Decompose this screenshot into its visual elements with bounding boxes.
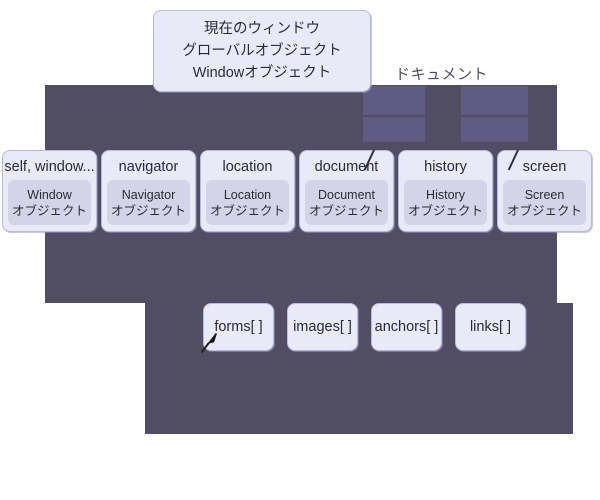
object-card-location[interactable]: location Location オブジェクト xyxy=(200,150,295,232)
object-type-line-1: Document xyxy=(318,187,375,202)
object-type-line-1: Navigator xyxy=(121,187,176,202)
object-type-line-2: オブジェクト xyxy=(308,203,384,218)
object-type-line-1: Window xyxy=(27,187,72,202)
object-type-line-2: オブジェクト xyxy=(407,203,483,218)
highlight-divider-right xyxy=(461,115,528,117)
object-type-line-2: オブジェクト xyxy=(110,203,186,218)
object-card-type: History オブジェクト xyxy=(404,180,487,225)
root-line-1: 現在のウィンドウ xyxy=(204,21,320,37)
object-type-line-1: History xyxy=(426,187,465,202)
collection-card-label: forms[ ] xyxy=(214,319,263,335)
object-card-type: Document オブジェクト xyxy=(305,180,388,225)
collection-card-label: links[ ] xyxy=(469,319,512,335)
collection-card-anchors[interactable]: anchors[ ] xyxy=(371,303,442,351)
window-root-card[interactable]: 現在のウィンドウ グローバルオブジェクト Windowオブジェクト xyxy=(153,10,371,92)
object-card-title: screen xyxy=(522,159,567,175)
object-card-type: Window オブジェクト xyxy=(8,180,91,225)
highlight-block-left xyxy=(363,86,425,142)
root-line-3: Windowオブジェクト xyxy=(192,65,332,81)
object-card-history[interactable]: history History オブジェクト xyxy=(398,150,493,232)
object-type-line-2: オブジェクト xyxy=(209,203,285,218)
root-line-2: グローバルオブジェクト xyxy=(182,43,342,59)
collection-card-images[interactable]: images[ ] xyxy=(287,303,358,351)
object-card-self-window[interactable]: self, window... Window オブジェクト xyxy=(2,150,97,232)
object-card-type: Location オブジェクト xyxy=(206,180,289,225)
occluded-label-text: ドキュメント xyxy=(395,66,489,83)
diagram-canvas: ドキュメント 現在のウィンドウ グローバルオブジェクト Windowオブジェクト… xyxy=(0,0,600,500)
object-card-title: history xyxy=(424,159,467,175)
object-card-title: navigator xyxy=(118,159,179,175)
object-card-type: Navigator オブジェクト xyxy=(107,180,190,225)
collection-card-links[interactable]: links[ ] xyxy=(455,303,526,351)
object-card-document[interactable]: document Document オブジェクト xyxy=(299,150,394,232)
object-type-line-2: オブジェクト xyxy=(506,203,582,218)
object-type-line-2: オブジェクト xyxy=(11,203,87,218)
object-card-navigator[interactable]: navigator Navigator オブジェクト xyxy=(101,150,196,232)
highlight-block-right xyxy=(461,86,528,142)
object-card-title: location xyxy=(222,159,273,175)
mouse-cursor-icon xyxy=(201,333,217,353)
highlight-divider-left xyxy=(363,115,425,117)
collection-card-label: images[ ] xyxy=(293,319,352,335)
object-type-line-1: Screen xyxy=(524,187,565,202)
object-card-type: Screen オブジェクト xyxy=(503,180,586,225)
object-type-line-1: Location xyxy=(223,187,272,202)
collection-card-label: anchors[ ] xyxy=(374,319,439,335)
object-card-title: self, window... xyxy=(4,159,95,175)
